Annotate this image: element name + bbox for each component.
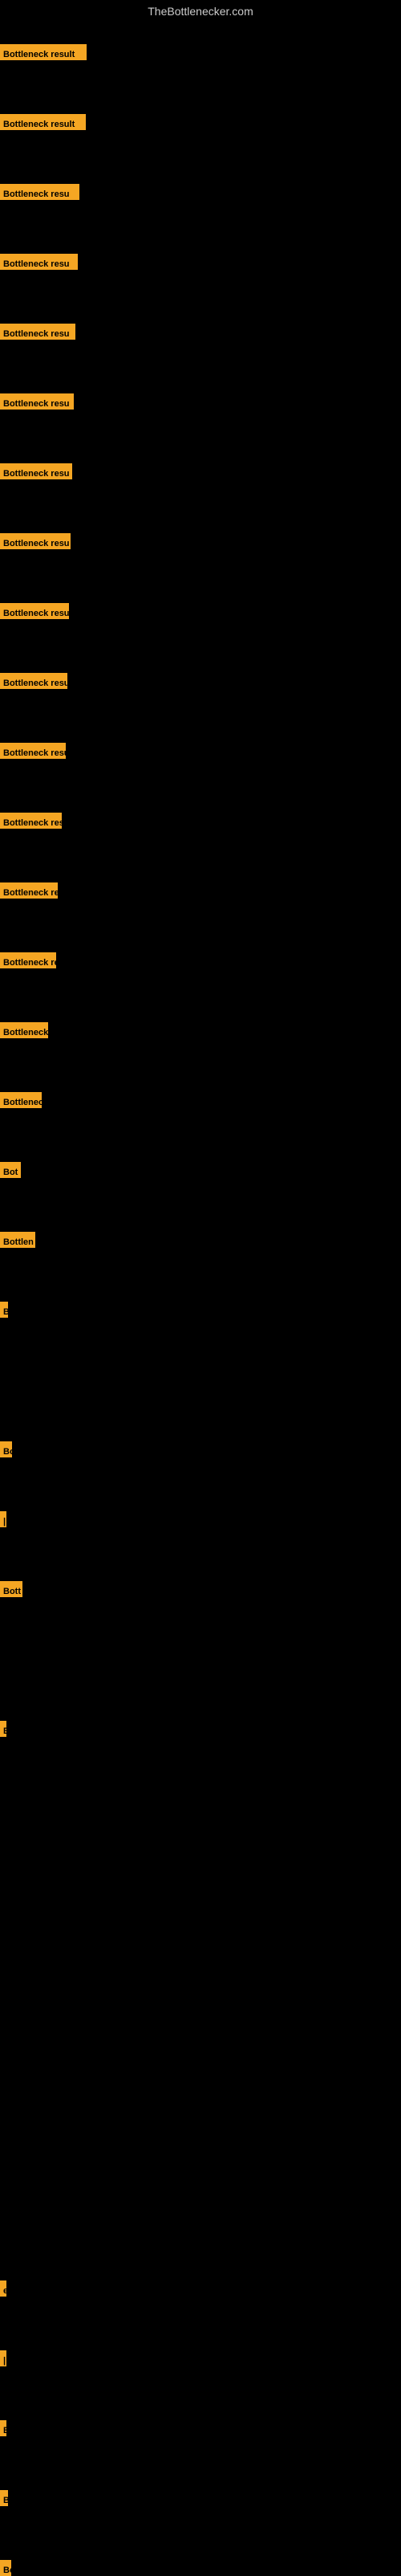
bar-label: Bottlen [0,1232,35,1248]
bar-label: e [0,2280,6,2297]
bar-item: Bottleneck result [0,44,87,60]
bar-item: Bottleneck re [0,952,56,968]
bar-item: Bottleneck resu [0,184,79,200]
bar-label: Bottleneck resu [0,184,79,200]
bar-item: B [0,1302,8,1318]
bar-item: E [0,1721,6,1737]
bar-item: Bottleneck re [0,882,58,899]
bar-item: B [0,2490,8,2506]
bar-item: Bottlen [0,1232,35,1248]
bar-item: E [0,2420,6,2436]
bar-label: | [0,1511,6,1527]
bar-label: Bottleneck result [0,44,87,60]
bar-label: Bottleneck resu [0,324,75,340]
bar-label: Bot [0,1162,21,1178]
bar-item: Bottleneck resu [0,603,69,619]
bar-item: Bo [0,1441,12,1457]
bar-label: Bottleneck resu [0,673,67,689]
bar-item: Bottleneck resu [0,743,66,759]
bar-label: Bottleneck resu [0,254,78,270]
bar-label: Bottleneck re [0,882,58,899]
bar-label: Bo [0,1441,12,1457]
bar-item: Bottleneck resu [0,324,75,340]
bar-item: Bottleneck resu [0,673,67,689]
bar-label: B [0,2490,8,2506]
bar-item: Bottleneck resu [0,393,74,410]
bar-label: Bottleneck resu [0,743,66,759]
bar-label: | [0,2350,6,2366]
bar-label: Bo [0,2560,11,2576]
bar-item: Bottleneck resu [0,254,78,270]
bar-item: Bot [0,1162,21,1178]
bar-item: Bottleneck resu [0,463,72,479]
bar-label: Bottleneck resu [0,533,71,549]
bar-item: Bottleneck result [0,114,86,130]
bar-label: Bottleneck re [0,952,56,968]
bar-item: Bottleneck res [0,813,62,829]
bar-item: Bottleneck r [0,1022,48,1038]
bar-item: e [0,2280,6,2297]
bar-label: Bottleneck r [0,1022,48,1038]
bar-item: | [0,1511,6,1527]
bar-label: Bott [0,1581,22,1597]
bar-label: Bottleneck result [0,114,86,130]
bar-item: Bo [0,2560,11,2576]
bar-item: | [0,2350,6,2366]
bar-item: Bottlenec [0,1092,42,1108]
bar-label: Bottleneck resu [0,463,72,479]
bar-label: Bottleneck res [0,813,62,829]
bar-label: Bottleneck resu [0,393,74,410]
bar-label: E [0,2420,6,2436]
bar-item: Bottleneck resu [0,533,71,549]
bar-item: Bott [0,1581,22,1597]
bar-label: Bottleneck resu [0,603,69,619]
bar-label: B [0,1302,8,1318]
site-title: TheBottlenecker.com [0,0,401,22]
bar-label: Bottlenec [0,1092,42,1108]
bar-label: E [0,1721,6,1737]
